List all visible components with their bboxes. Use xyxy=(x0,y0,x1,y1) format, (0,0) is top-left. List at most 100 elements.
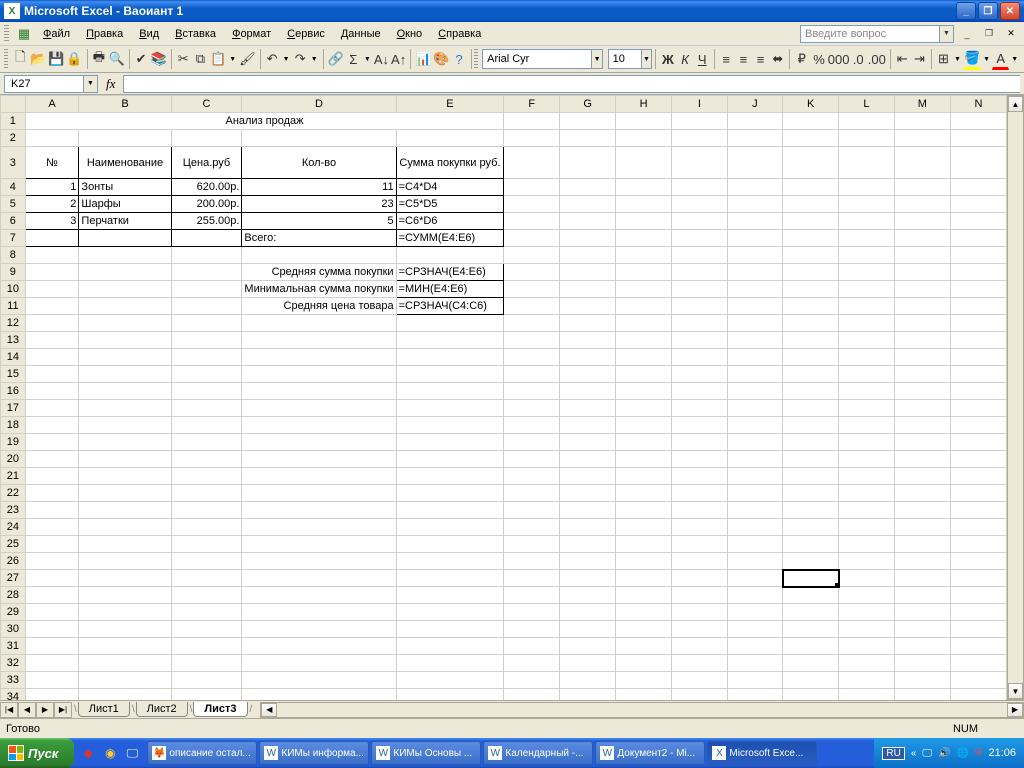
cell-G19[interactable] xyxy=(560,434,616,451)
cell-E33[interactable] xyxy=(396,672,504,689)
cell-I26[interactable] xyxy=(672,553,727,570)
cell-H21[interactable] xyxy=(616,468,672,485)
cell-M15[interactable] xyxy=(894,366,950,383)
row-header-31[interactable]: 31 xyxy=(1,638,26,655)
cell-B3[interactable]: Наименование xyxy=(79,147,171,179)
cell-H9[interactable] xyxy=(616,264,672,281)
align-right-icon[interactable]: ≡ xyxy=(752,48,769,70)
row-header-32[interactable]: 32 xyxy=(1,655,26,672)
cell-K1[interactable] xyxy=(783,113,839,130)
sheet-table[interactable]: ABCDEFGHIJKLMN1Анализ продаж23№Наименова… xyxy=(0,95,1007,700)
cell-D21[interactable] xyxy=(242,468,396,485)
cell-L19[interactable] xyxy=(839,434,895,451)
cell-J12[interactable] xyxy=(727,315,783,332)
indent-dec-icon[interactable]: ⇤ xyxy=(894,48,911,70)
cell-C30[interactable] xyxy=(171,621,242,638)
cell-F20[interactable] xyxy=(504,451,560,468)
cell-F4[interactable] xyxy=(504,179,560,196)
cell-N4[interactable] xyxy=(950,179,1006,196)
cell-A34[interactable] xyxy=(25,689,79,701)
format-toolbar-handle[interactable] xyxy=(474,49,478,69)
cell-N21[interactable] xyxy=(950,468,1006,485)
col-header-E[interactable]: E xyxy=(396,96,504,113)
cell-J13[interactable] xyxy=(727,332,783,349)
cell-G9[interactable] xyxy=(560,264,616,281)
cell-C21[interactable] xyxy=(171,468,242,485)
cell-E21[interactable] xyxy=(396,468,504,485)
row-header-5[interactable]: 5 xyxy=(1,196,26,213)
cell-L32[interactable] xyxy=(839,655,895,672)
col-header-D[interactable]: D xyxy=(242,96,396,113)
drawing-icon[interactable]: 🎨 xyxy=(432,48,450,70)
cell-I2[interactable] xyxy=(672,130,727,147)
bold-icon[interactable]: Ж xyxy=(659,48,676,70)
cell-J2[interactable] xyxy=(727,130,783,147)
row-header-25[interactable]: 25 xyxy=(1,536,26,553)
cell-I23[interactable] xyxy=(672,502,727,519)
cell-H25[interactable] xyxy=(616,536,672,553)
cell-C32[interactable] xyxy=(171,655,242,672)
cell-E27[interactable] xyxy=(396,570,504,587)
cell-J15[interactable] xyxy=(727,366,783,383)
fill-dropdown[interactable]: ▼ xyxy=(981,56,992,63)
cell-E2[interactable] xyxy=(396,130,504,147)
cell-D31[interactable] xyxy=(242,638,396,655)
cell-E3[interactable]: Сумма покупки руб. xyxy=(396,147,504,179)
cell-I11[interactable] xyxy=(672,298,727,315)
cell-M16[interactable] xyxy=(894,383,950,400)
cell-K10[interactable] xyxy=(783,281,839,298)
lang-indicator[interactable]: RU xyxy=(882,747,904,760)
cell-N28[interactable] xyxy=(950,587,1006,604)
cell-E34[interactable] xyxy=(396,689,504,701)
cell-I22[interactable] xyxy=(672,485,727,502)
cell-G10[interactable] xyxy=(560,281,616,298)
cell-J27[interactable] xyxy=(727,570,783,587)
cell-L21[interactable] xyxy=(839,468,895,485)
cell-H7[interactable] xyxy=(616,230,672,247)
cell-L4[interactable] xyxy=(839,179,895,196)
cell-F31[interactable] xyxy=(504,638,560,655)
cell-J29[interactable] xyxy=(727,604,783,621)
cell-N7[interactable] xyxy=(950,230,1006,247)
cell-F25[interactable] xyxy=(504,536,560,553)
cell-K20[interactable] xyxy=(783,451,839,468)
cell-N30[interactable] xyxy=(950,621,1006,638)
cell-K8[interactable] xyxy=(783,247,839,264)
borders-dropdown[interactable]: ▼ xyxy=(952,56,963,63)
cell-B30[interactable] xyxy=(79,621,171,638)
cell-I4[interactable] xyxy=(672,179,727,196)
cell-J5[interactable] xyxy=(727,196,783,213)
cell-K28[interactable] xyxy=(783,587,839,604)
cell-E13[interactable] xyxy=(396,332,504,349)
cell-L25[interactable] xyxy=(839,536,895,553)
italic-icon[interactable]: К xyxy=(676,48,693,70)
cell-B7[interactable] xyxy=(79,230,171,247)
tray-icon[interactable]: « xyxy=(911,748,917,759)
cell-E4[interactable]: =C4*D4 xyxy=(396,179,504,196)
cell-I18[interactable] xyxy=(672,417,727,434)
cell-D34[interactable] xyxy=(242,689,396,701)
taskbar-item-4[interactable]: WДокумент2 - Mi... xyxy=(595,741,705,765)
tray-av-icon[interactable]: ⛨ xyxy=(975,748,983,759)
row-header-15[interactable]: 15 xyxy=(1,366,26,383)
cell-J25[interactable] xyxy=(727,536,783,553)
cell-H18[interactable] xyxy=(616,417,672,434)
row-header-13[interactable]: 13 xyxy=(1,332,26,349)
cell-K24[interactable] xyxy=(783,519,839,536)
cell-D13[interactable] xyxy=(242,332,396,349)
cell-C26[interactable] xyxy=(171,553,242,570)
cell-I21[interactable] xyxy=(672,468,727,485)
cell-G3[interactable] xyxy=(560,147,616,179)
cell-I9[interactable] xyxy=(672,264,727,281)
restore-button[interactable]: ❐ xyxy=(978,2,998,20)
cell-C20[interactable] xyxy=(171,451,242,468)
cell-A17[interactable] xyxy=(25,400,79,417)
cell-N26[interactable] xyxy=(950,553,1006,570)
cell-A16[interactable] xyxy=(25,383,79,400)
cell-N2[interactable] xyxy=(950,130,1006,147)
cell-C7[interactable] xyxy=(171,230,242,247)
cell-K32[interactable] xyxy=(783,655,839,672)
cell-A10[interactable] xyxy=(25,281,79,298)
cell-F17[interactable] xyxy=(504,400,560,417)
cell-N20[interactable] xyxy=(950,451,1006,468)
